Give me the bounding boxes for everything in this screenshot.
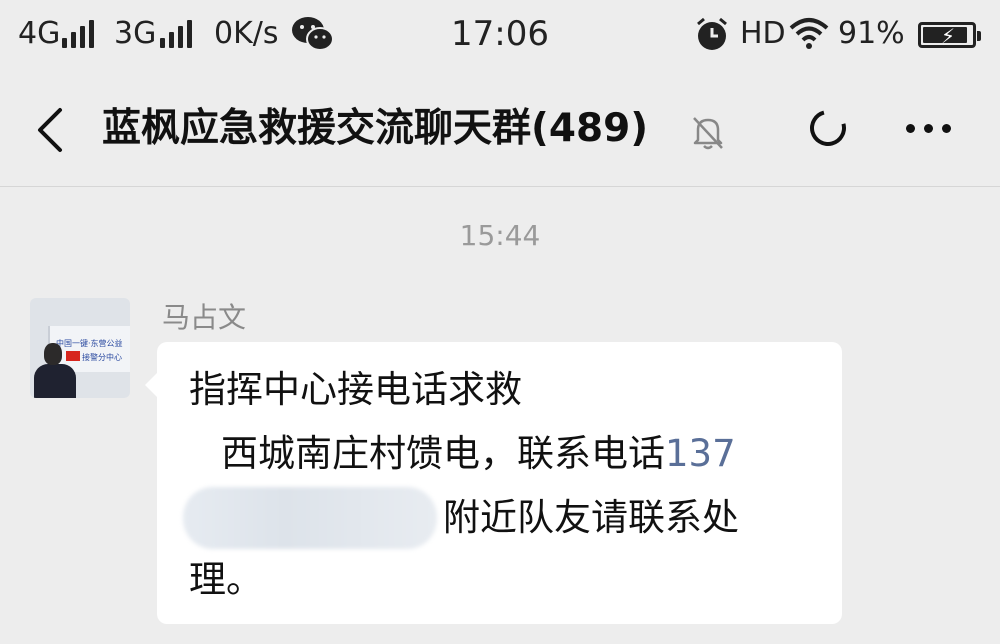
message-text: 西城南庄村馈电，联系电话 [221, 432, 665, 475]
wifi-icon [789, 18, 829, 49]
chat-header: 蓝枫应急救援交流聊天群(489) [0, 72, 1000, 187]
battery-icon: ⚡ [918, 22, 981, 48]
avatar-logo-mark [66, 351, 80, 361]
alarm-icon [697, 17, 727, 50]
avatar-person-head [44, 343, 62, 365]
back-icon[interactable] [30, 102, 70, 158]
mute-bell-icon [693, 117, 723, 150]
sender-name: 马占文 [162, 301, 247, 334]
message-text-line: 指挥中心接电话求救 [189, 368, 522, 411]
avatar[interactable]: 中国一键·东营公益 接警分中心 [30, 298, 130, 398]
message-bubble[interactable]: 指挥中心接电话求救 西城南庄村馈电，联系电话137 附近队友请联系处 理。 [145, 342, 842, 624]
chat-title: 蓝枫应急救援交流聊天群(489) [102, 106, 649, 151]
battery-percent: 91% [838, 16, 905, 51]
message-text-line: 西城南庄村馈电，联系电话137 [221, 426, 736, 482]
message-timestamp: 15:44 [459, 219, 541, 252]
phone-number-link[interactable]: 137 [665, 432, 736, 475]
hd-label: HD [740, 16, 786, 51]
message-text-line: 理。 [189, 558, 263, 601]
refresh-circle-icon[interactable] [803, 103, 853, 153]
avatar-sign-text: 接警分中心 [82, 353, 122, 362]
message-text-line: 附近队友请联系处 [443, 496, 739, 539]
avatar-sign-text: 中国一键·东营公益 [56, 339, 123, 348]
avatar-person-body [34, 364, 76, 398]
status-bar: 4G 3G 0K/s 17:06 HD 91% ⚡ [0, 0, 1000, 72]
more-icon[interactable] [904, 122, 954, 136]
redacted-blur [183, 487, 437, 549]
